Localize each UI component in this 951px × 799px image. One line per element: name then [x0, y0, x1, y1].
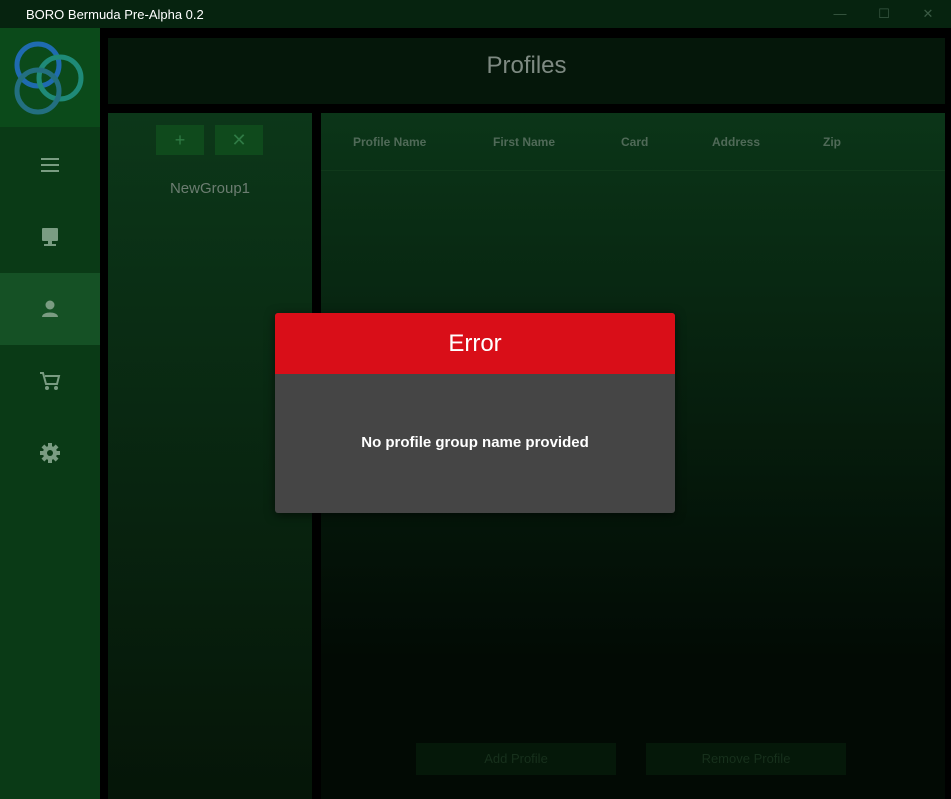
group-item[interactable]: NewGroup1	[108, 180, 312, 197]
title-bar: BORO Bermuda Pre-Alpha 0.2 — ☐ ✕	[0, 0, 951, 28]
column-address[interactable]: Address	[712, 135, 760, 149]
cart-icon	[40, 372, 61, 390]
minimize-button[interactable]: —	[828, 3, 852, 25]
add-group-button[interactable]: +	[156, 125, 204, 155]
window-title: BORO Bermuda Pre-Alpha 0.2	[26, 7, 204, 22]
logo-rings-icon	[14, 41, 84, 115]
sidebar-item-settings[interactable]	[0, 417, 100, 489]
user-icon	[42, 300, 58, 317]
column-zip[interactable]: Zip	[823, 135, 841, 149]
error-dialog: Error No profile group name provided	[275, 313, 675, 513]
monitor-icon	[42, 228, 58, 246]
column-profile-name[interactable]: Profile Name	[353, 135, 426, 149]
close-button[interactable]: ✕	[916, 3, 940, 25]
column-card[interactable]: Card	[621, 135, 648, 149]
page-title: Profiles	[486, 52, 567, 79]
dialog-message: No profile group name provided	[361, 434, 589, 451]
menu-icon	[41, 158, 59, 172]
remove-group-button[interactable]: ✕	[215, 125, 263, 155]
table-header: Profile Name First Name Card Address Zip	[321, 113, 945, 171]
sidebar	[0, 28, 100, 799]
sidebar-item-cart[interactable]	[0, 345, 100, 417]
gear-icon	[40, 443, 60, 463]
add-profile-button[interactable]: Add Profile	[416, 743, 616, 775]
maximize-button[interactable]: ☐	[872, 3, 896, 25]
sidebar-item-tasks[interactable]	[0, 201, 100, 273]
app-logo	[0, 28, 100, 127]
dialog-title: Error	[275, 313, 675, 374]
column-first-name[interactable]: First Name	[493, 135, 555, 149]
remove-profile-button[interactable]: Remove Profile	[646, 743, 846, 775]
sidebar-item-menu[interactable]	[0, 129, 100, 201]
sidebar-item-profiles[interactable]	[0, 273, 100, 345]
page-header: Profiles	[108, 38, 945, 104]
